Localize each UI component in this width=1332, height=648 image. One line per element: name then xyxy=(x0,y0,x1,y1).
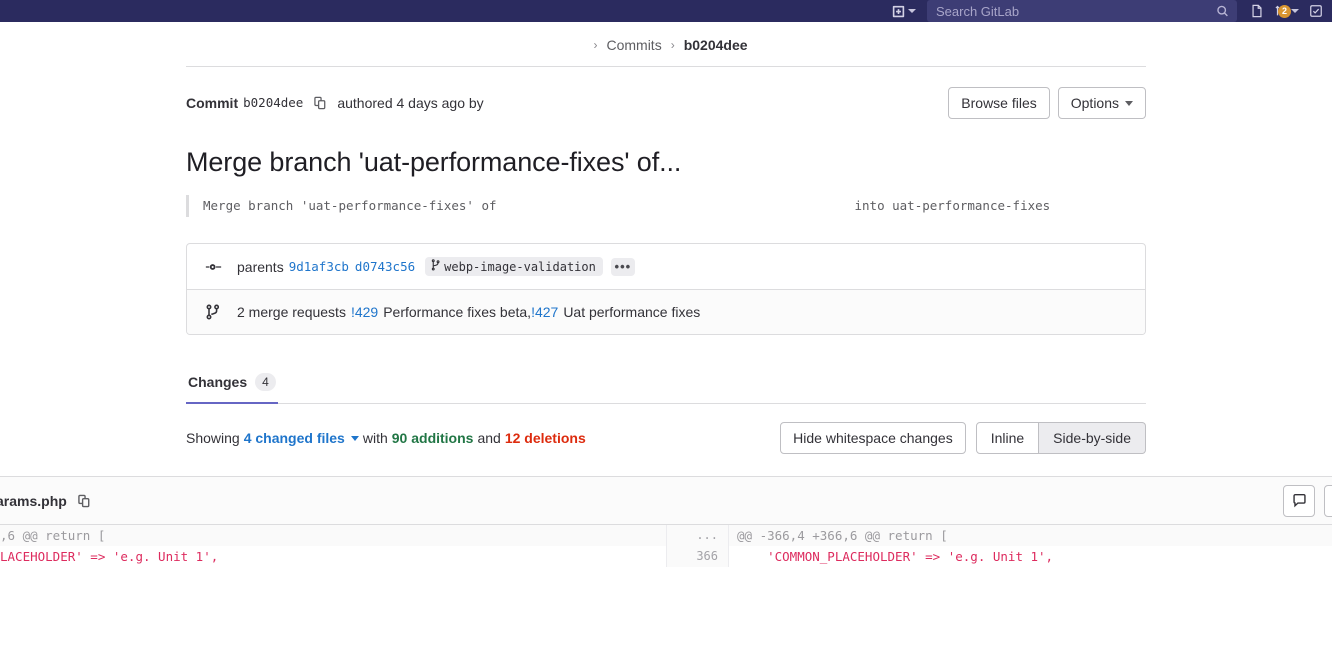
page-body: › Commits › b0204dee Commit b0204dee aut… xyxy=(0,22,1332,567)
browse-files-button[interactable]: Browse files xyxy=(948,87,1050,119)
diff-area: arams.php Vie xyxy=(0,476,1332,567)
todos-button[interactable] xyxy=(1304,0,1328,22)
parent-sha-1[interactable]: 9d1af3cb xyxy=(289,259,349,274)
diff-row: 366 'COMMON_PLACEHOLDER' => 'e.g. Unit 1… xyxy=(667,546,1332,567)
showing-prefix: Showing xyxy=(186,430,240,446)
commit-node-icon xyxy=(203,260,223,274)
changed-files-dropdown[interactable]: 4 changed files xyxy=(244,430,359,446)
diff-line-number[interactable]: ... xyxy=(667,525,729,546)
diff-line-number[interactable]: 366 xyxy=(667,546,729,567)
diff-code-cell: ,6 @@ return [ xyxy=(0,528,106,543)
diff-side-left: ,6 @@ return [ LACEHOLDER' => 'e.g. Unit… xyxy=(0,525,666,567)
showing-and: and xyxy=(477,430,501,446)
view-mode-inline[interactable]: Inline xyxy=(975,422,1040,454)
tab-changes-count: 4 xyxy=(255,373,276,391)
search-box[interactable] xyxy=(927,0,1237,22)
commit-description-left: Merge branch 'uat-performance-fixes' of xyxy=(203,198,497,213)
options-label: Options xyxy=(1070,95,1119,111)
diff-view-mode-group: Inline Side-by-side xyxy=(975,422,1146,454)
diff-split-view: ,6 @@ return [ LACEHOLDER' => 'e.g. Unit… xyxy=(0,525,1332,567)
breadcrumb-separator: › xyxy=(670,38,675,52)
diff-code-cell: @@ -366,4 +366,6 @@ return [ xyxy=(737,528,948,543)
view-file-button[interactable]: Vie xyxy=(1324,484,1332,517)
merge-request-title-1: Performance fixes beta xyxy=(383,304,528,320)
merge-requests-icon-wrap: 2 xyxy=(1274,4,1291,18)
parents-more-button[interactable]: ••• xyxy=(610,257,635,276)
new-item-button[interactable] xyxy=(887,0,921,22)
parents-label: parents xyxy=(237,258,284,275)
navbar-right-group: 2 xyxy=(887,0,1332,22)
tab-changes[interactable]: Changes 4 xyxy=(186,365,278,404)
breadcrumb-bar: › Commits › b0204dee xyxy=(186,22,1146,67)
commit-header-actions: Browse files Options xyxy=(948,87,1146,119)
diff-summary-text: Showing 4 changed files with 90 addition… xyxy=(186,430,780,446)
commit-description-right: into uat-performance-fixes xyxy=(854,198,1051,213)
diff-file-header: arams.php Vie xyxy=(0,477,1332,525)
chevron-down-icon xyxy=(908,9,916,13)
diff-row: ... @@ -366,4 +366,6 @@ return [ xyxy=(667,525,1332,546)
comment-icon[interactable] xyxy=(1283,484,1316,517)
merge-requests-button[interactable]: 2 xyxy=(1269,0,1304,22)
top-navbar: 2 xyxy=(0,0,1332,22)
breadcrumb-item-commits[interactable]: Commits xyxy=(606,37,661,53)
merge-requests-badge: 2 xyxy=(1278,5,1291,18)
browse-files-label: Browse files xyxy=(961,95,1037,111)
copy-path-icon[interactable] xyxy=(74,491,94,511)
todos-checkbox-icon xyxy=(1309,4,1323,18)
diff-file-actions: Vie xyxy=(1283,484,1332,517)
breadcrumb-item-current: b0204dee xyxy=(683,37,748,53)
diff-row: ,6 @@ return [ xyxy=(0,525,666,546)
diff-code-cell: LACEHOLDER' => 'e.g. Unit 1', xyxy=(0,549,219,564)
diff-file-name-wrap: arams.php xyxy=(0,491,1283,511)
additions-count: 90 additions xyxy=(391,430,474,446)
branch-badge[interactable]: webp-image-validation xyxy=(425,257,603,276)
chevron-down-icon xyxy=(1125,100,1133,106)
merge-request-icon xyxy=(203,304,223,320)
merge-requests-label: 2 merge requests xyxy=(237,304,346,320)
issues-icon xyxy=(1250,4,1264,18)
hide-whitespace-button[interactable]: Hide whitespace changes xyxy=(780,422,966,454)
commit-tabs: Changes 4 xyxy=(186,365,1146,404)
commit-title: Merge branch 'uat-performance-fixes' of.… xyxy=(186,147,682,177)
view-mode-side-by-side[interactable]: Side-by-side xyxy=(1039,422,1146,454)
copy-icon[interactable] xyxy=(310,93,330,113)
chevron-down-icon xyxy=(1291,9,1299,13)
merge-requests-row: 2 merge requests !429 Performance fixes … xyxy=(187,289,1145,334)
diff-file-name: arams.php xyxy=(0,492,67,509)
search-input[interactable] xyxy=(927,0,1237,22)
breadcrumb-separator: › xyxy=(593,38,598,52)
issues-button[interactable] xyxy=(1245,0,1269,22)
commit-sha: b0204dee xyxy=(243,95,304,110)
commit-description: Merge branch 'uat-performance-fixes' of … xyxy=(186,195,1146,217)
merge-request-ref-2[interactable]: !427 xyxy=(531,304,558,320)
diff-view-controls: Hide whitespace changes Inline Side-by-s… xyxy=(780,422,1146,454)
merge-request-title-2: Uat performance fixes xyxy=(563,304,701,320)
parent-sha-2[interactable]: d0743c56 xyxy=(355,259,415,274)
chevron-down-icon xyxy=(350,435,359,441)
plus-square-icon xyxy=(892,5,905,18)
tab-changes-label: Changes xyxy=(188,374,248,390)
content-container: Commit b0204dee authored 4 days ago by B… xyxy=(186,67,1146,454)
branch-name: webp-image-validation xyxy=(444,259,596,274)
commit-description-gap xyxy=(497,197,855,215)
breadcrumb: › Commits › b0204dee xyxy=(186,37,1146,53)
commit-authored-text: authored 4 days ago by xyxy=(337,95,484,111)
diff-summary-bar: Showing 4 changed files with 90 addition… xyxy=(186,404,1146,454)
diff-side-right: ... @@ -366,4 +366,6 @@ return [ 366 'CO… xyxy=(666,525,1332,567)
showing-with: with xyxy=(362,430,388,446)
commit-meta: Commit b0204dee authored 4 days ago by xyxy=(186,92,948,114)
merge-request-ref-1[interactable]: !429 xyxy=(351,304,378,320)
branch-icon xyxy=(430,259,441,274)
diff-code-cell: 'COMMON_PLACEHOLDER' => 'e.g. Unit 1', xyxy=(737,549,1054,564)
commit-info-card: parents 9d1af3cb d0743c56 webp-image-val… xyxy=(186,243,1146,335)
commit-header: Commit b0204dee authored 4 days ago by B… xyxy=(186,67,1146,119)
changed-files-label: 4 changed files xyxy=(243,430,345,446)
parents-row: parents 9d1af3cb d0743c56 webp-image-val… xyxy=(187,244,1145,289)
options-button[interactable]: Options xyxy=(1057,87,1146,119)
diff-row: LACEHOLDER' => 'e.g. Unit 1', xyxy=(0,546,666,567)
hide-whitespace-label: Hide whitespace changes xyxy=(793,430,953,446)
search-icon xyxy=(1216,5,1229,18)
commit-label: Commit xyxy=(186,95,239,111)
deletions-count: 12 deletions xyxy=(504,430,586,446)
